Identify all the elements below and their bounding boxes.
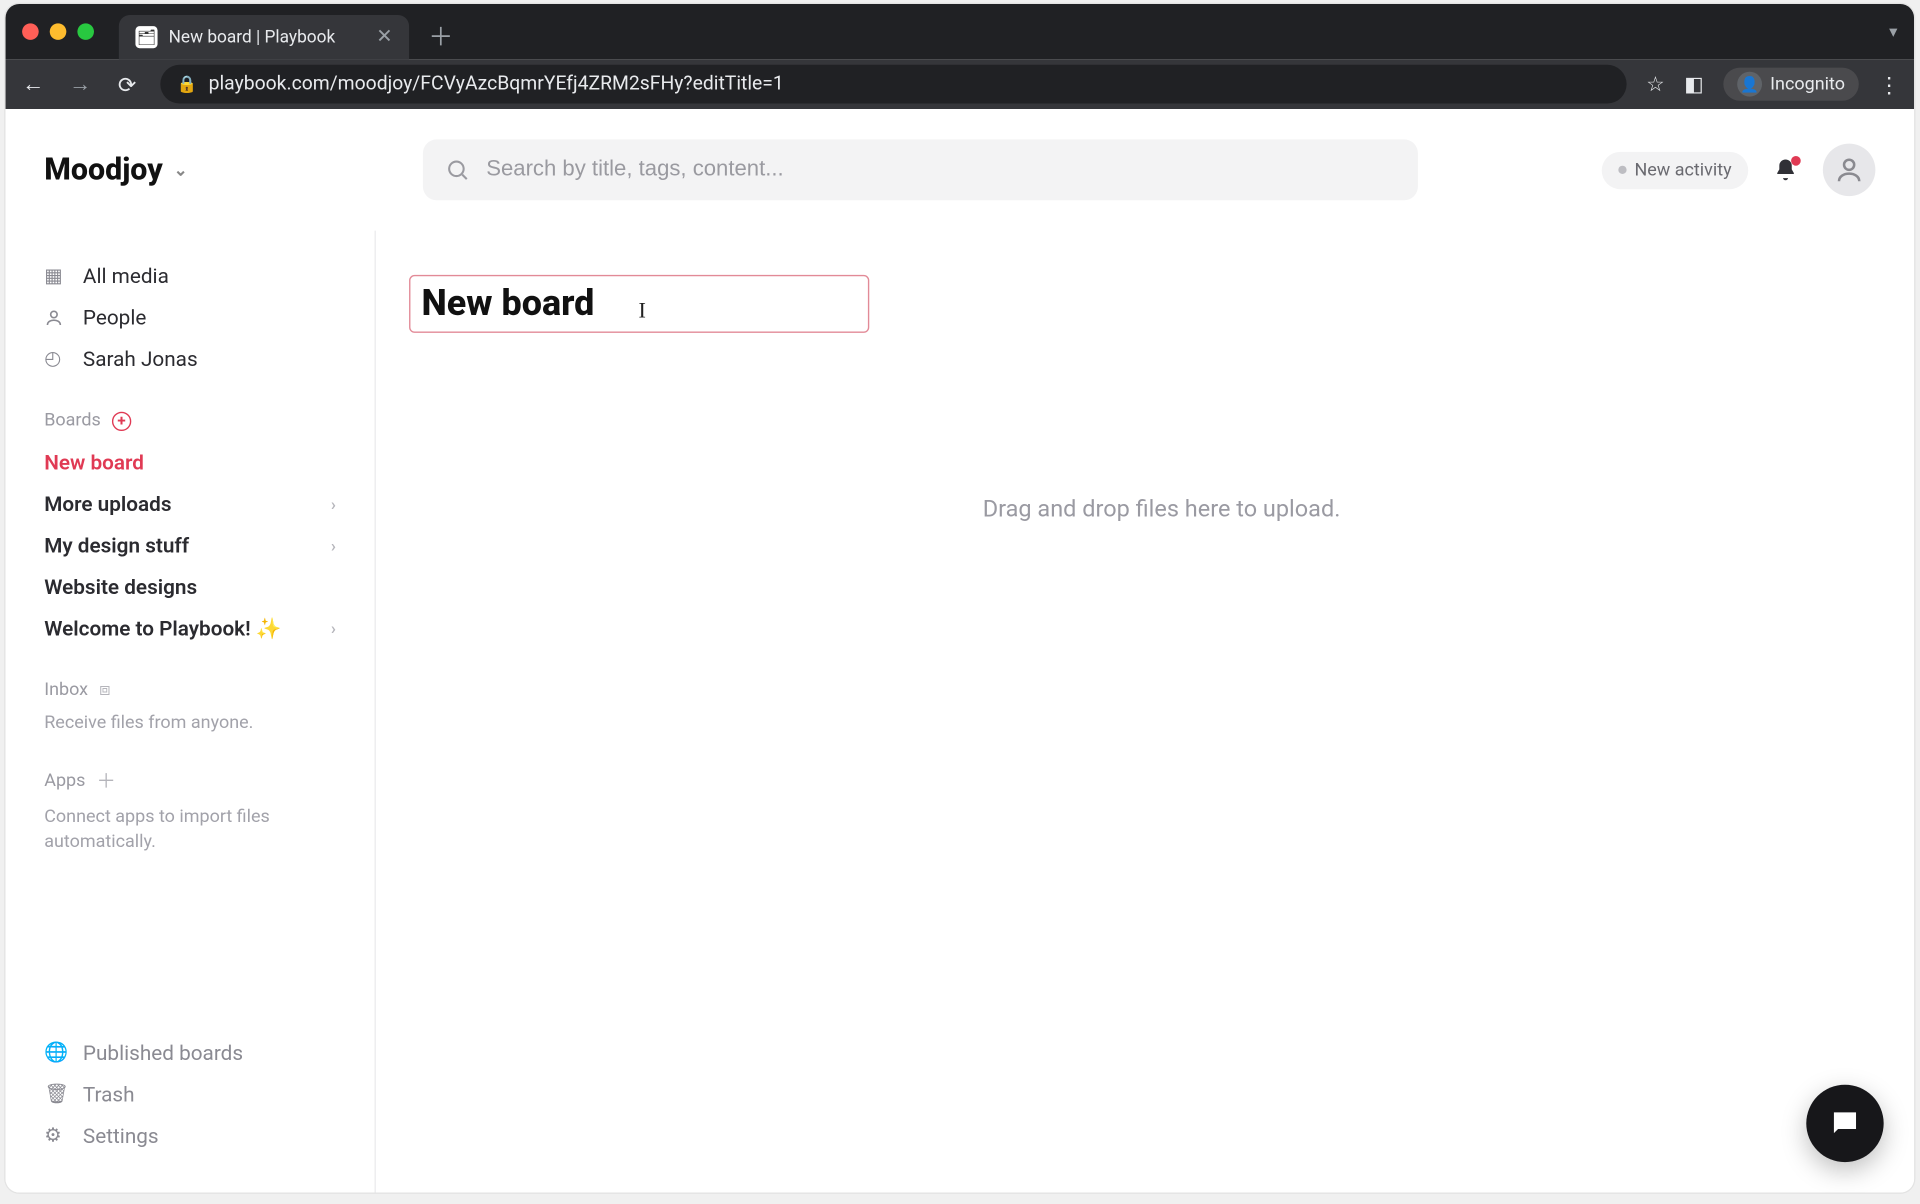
nav-back-button[interactable]: ← (19, 70, 47, 98)
panel-toggle-icon[interactable]: ◧ (1684, 72, 1704, 97)
globe-icon: 🌐 (44, 1042, 66, 1064)
new-tab-button[interactable]: ＋ (428, 18, 453, 54)
workspace-name: Moodjoy (44, 153, 163, 188)
notifications-bell-icon[interactable] (1773, 157, 1798, 182)
browser-tab[interactable]: 🗂 New board | Playbook ✕ (119, 15, 409, 59)
board-label: Website designs (44, 575, 197, 600)
sidebar-item-trash[interactable]: 🗑 Trash (44, 1074, 336, 1115)
sidebar-item-people[interactable]: People (44, 297, 336, 338)
app-body: ▦ All media People ◴ Sarah Jonas (6, 231, 1915, 1193)
sidebar-label: Sarah Jonas (83, 347, 198, 372)
chevron-right-icon: › (331, 619, 336, 638)
upload-dropzone[interactable]: Drag and drop files here to upload. (409, 496, 1914, 524)
new-activity-button[interactable]: New activity (1601, 151, 1748, 188)
sidebar-board-item[interactable]: My design stuff › (6, 525, 375, 566)
window-minimize-button[interactable] (50, 23, 67, 40)
sidebar-label: People (83, 305, 146, 330)
address-bar[interactable]: 🔒 playbook.com/moodjoy/FCVyAzcBqmrYEfj4Z… (160, 65, 1627, 104)
sidebar-item-settings[interactable]: ⚙ Settings (44, 1115, 336, 1156)
sidebar-label: Published boards (83, 1041, 243, 1066)
sidebar-boards-header: Boards + (6, 410, 375, 431)
browser-titlebar: 🗂 New board | Playbook ✕ ＋ ▾ (6, 4, 1915, 59)
board-label: Welcome to Playbook! ✨ (44, 616, 281, 641)
app-root: Moodjoy ⌄ New activity (6, 109, 1915, 1192)
incognito-indicator[interactable]: 👤 Incognito (1723, 68, 1859, 101)
tab-favicon: 🗂 (135, 26, 157, 48)
apps-header-label: Apps (44, 771, 85, 792)
activity-label: New activity (1634, 159, 1731, 180)
url-text: playbook.com/moodjoy/FCVyAzcBqmrYEfj4ZRM… (209, 73, 784, 95)
workspace-switcher[interactable]: Moodjoy ⌄ (44, 153, 187, 188)
chevron-right-icon: › (331, 536, 336, 555)
window-maximize-button[interactable] (77, 23, 94, 40)
nav-forward-button[interactable]: → (66, 70, 94, 98)
sidebar-item-published-boards[interactable]: 🌐 Published boards (44, 1032, 336, 1073)
window-close-button[interactable] (22, 23, 39, 40)
sidebar-board-item[interactable]: Website designs (6, 566, 375, 607)
boards-header-label: Boards (44, 410, 101, 431)
nav-reload-button[interactable]: ⟳ (113, 71, 141, 97)
add-app-button[interactable]: ＋ (96, 767, 115, 795)
user-avatar[interactable] (1823, 144, 1876, 197)
sidebar-board-item[interactable]: More uploads › (6, 484, 375, 525)
inbox-header-label: Inbox (44, 680, 88, 701)
window-controls (22, 23, 94, 40)
trash-icon: 🗑 (44, 1083, 66, 1105)
apps-helper-text: Connect apps to import files automatical… (6, 806, 375, 856)
sidebar-item-all-media[interactable]: ▦ All media (44, 256, 336, 297)
chevron-down-icon: ⌄ (174, 160, 188, 179)
sidebar-label: Trash (83, 1082, 135, 1107)
grid-icon: ▦ (44, 265, 66, 287)
sidebar-inbox-header[interactable]: Inbox ⧈ (6, 680, 375, 701)
sidebar-apps-header[interactable]: Apps ＋ (6, 767, 375, 795)
tab-title: New board | Playbook (169, 27, 336, 48)
chat-icon (1828, 1107, 1861, 1140)
browser-menu-button[interactable]: ⋮ (1878, 71, 1900, 97)
browser-window: 🗂 New board | Playbook ✕ ＋ ▾ ← → ⟳ 🔒 pla… (6, 4, 1915, 1193)
search-icon (445, 157, 470, 182)
browser-toolbar: ← → ⟳ 🔒 playbook.com/moodjoy/FCVyAzcBqmr… (6, 59, 1915, 109)
board-label: My design stuff (44, 533, 189, 558)
tab-close-icon[interactable]: ✕ (376, 26, 392, 48)
toolbar-right: ☆ ◧ 👤 Incognito ⋮ (1646, 68, 1900, 101)
gear-icon: ⚙ (44, 1125, 66, 1147)
sidebar-item-recent-person[interactable]: ◴ Sarah Jonas (44, 338, 336, 379)
sidebar-board-item[interactable]: Welcome to Playbook! ✨ › (6, 608, 375, 649)
incognito-label: Incognito (1770, 74, 1845, 95)
bookmark-star-icon[interactable]: ☆ (1646, 72, 1665, 97)
inbox-helper-text: Receive files from anyone. (6, 712, 375, 737)
main-content: I Drag and drop files here to upload. (376, 231, 1914, 1193)
search-input[interactable] (486, 157, 1395, 182)
clock-icon: ◴ (44, 348, 66, 370)
inbox-icon: ⧈ (99, 680, 110, 701)
sidebar: ▦ All media People ◴ Sarah Jonas (6, 231, 376, 1193)
sidebar-label: Settings (83, 1123, 159, 1148)
sidebar-board-item[interactable]: New board (6, 442, 375, 483)
chat-fab-button[interactable] (1806, 1085, 1883, 1162)
incognito-icon: 👤 (1737, 72, 1762, 97)
lock-icon: 🔒 (177, 74, 198, 93)
dropzone-text: Drag and drop files here to upload. (983, 496, 1341, 524)
board-label: New board (44, 450, 144, 475)
app-header: Moodjoy ⌄ New activity (6, 109, 1915, 231)
tabs-dropdown-icon[interactable]: ▾ (1889, 22, 1897, 41)
add-board-button[interactable]: + (112, 411, 131, 430)
board-title-input[interactable] (409, 275, 869, 333)
sidebar-label: All media (83, 264, 169, 289)
search-box[interactable] (423, 139, 1418, 200)
board-label: More uploads (44, 492, 171, 517)
chevron-right-icon: › (331, 495, 336, 514)
person-icon (44, 308, 66, 327)
